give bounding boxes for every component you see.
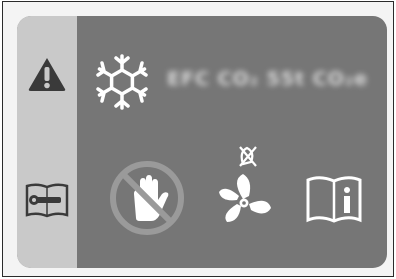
wrench-manual-icon (25, 183, 69, 218)
label-panel: EFC CO₂ 55t CO₂e (17, 16, 387, 268)
refrigerant-info-text: EFC CO₂ 55t CO₂e (167, 68, 368, 90)
label-frame: EFC CO₂ 55t CO₂e (2, 1, 394, 277)
info-book-icon (306, 176, 362, 223)
snowflake-icon (96, 54, 148, 110)
no-touch-hand-icon (110, 161, 184, 235)
warning-icon (28, 58, 66, 91)
fan-icon (219, 146, 271, 222)
left-strip (17, 16, 77, 268)
